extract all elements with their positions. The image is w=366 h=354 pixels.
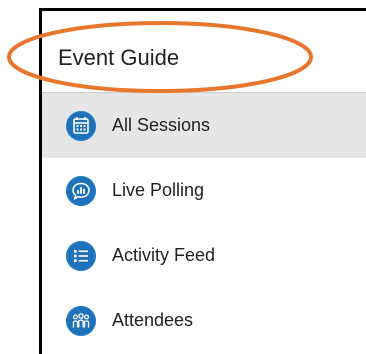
sidebar-item-all-sessions[interactable]: All Sessions xyxy=(42,93,366,158)
sidebar-item-label: All Sessions xyxy=(112,115,211,135)
navigation-panel: Event Guide All Sessions Live Polling Ac… xyxy=(39,8,366,354)
people-icon xyxy=(66,306,96,336)
poll-chat-icon xyxy=(66,176,96,206)
calendar-icon xyxy=(66,111,96,141)
sidebar-item-live-polling[interactable]: Live Polling xyxy=(42,158,366,223)
list-feed-icon xyxy=(66,241,96,271)
sidebar-item-activity-feed[interactable]: Activity Feed xyxy=(42,223,366,288)
page-title: Event Guide xyxy=(58,45,180,70)
panel-header: Event Guide xyxy=(42,11,366,93)
sidebar-item-label: Live Polling xyxy=(112,180,205,200)
sidebar-menu: All Sessions Live Polling Activity Feed … xyxy=(42,93,366,353)
sidebar-item-label: Activity Feed xyxy=(112,245,216,265)
sidebar-item-label: Attendees xyxy=(112,310,194,330)
sidebar-item-attendees[interactable]: Attendees xyxy=(42,288,366,353)
